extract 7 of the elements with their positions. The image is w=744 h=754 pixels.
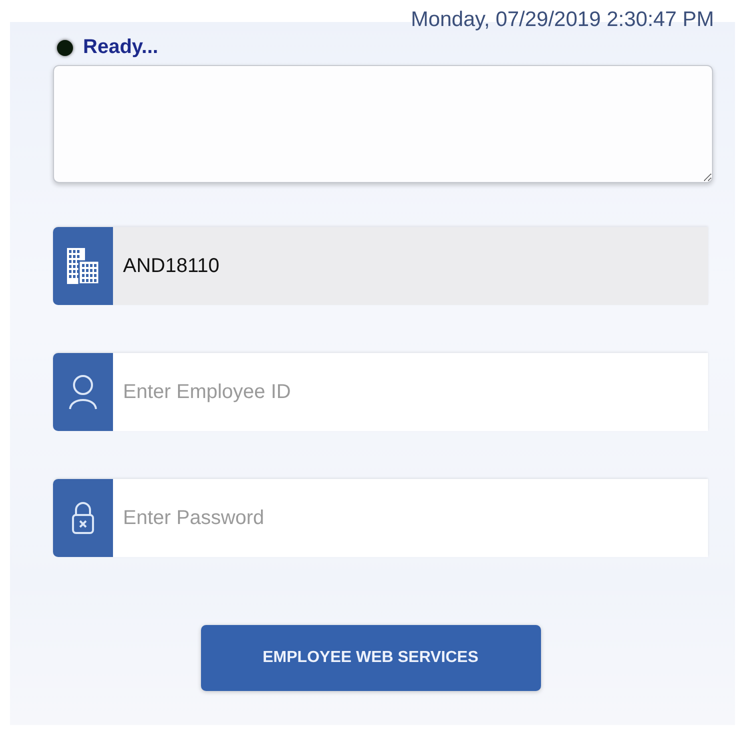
- message-box[interactable]: [53, 65, 713, 183]
- building-icon: [66, 247, 100, 285]
- status-text: Ready...: [83, 36, 158, 59]
- lock-icon: [71, 501, 95, 535]
- date-time: Monday, 07/29/2019 2:30:47 PM: [410, 8, 714, 32]
- employee-web-services-button[interactable]: EMPLOYEE WEB SERVICES: [200, 625, 540, 691]
- user-icon: [68, 374, 98, 410]
